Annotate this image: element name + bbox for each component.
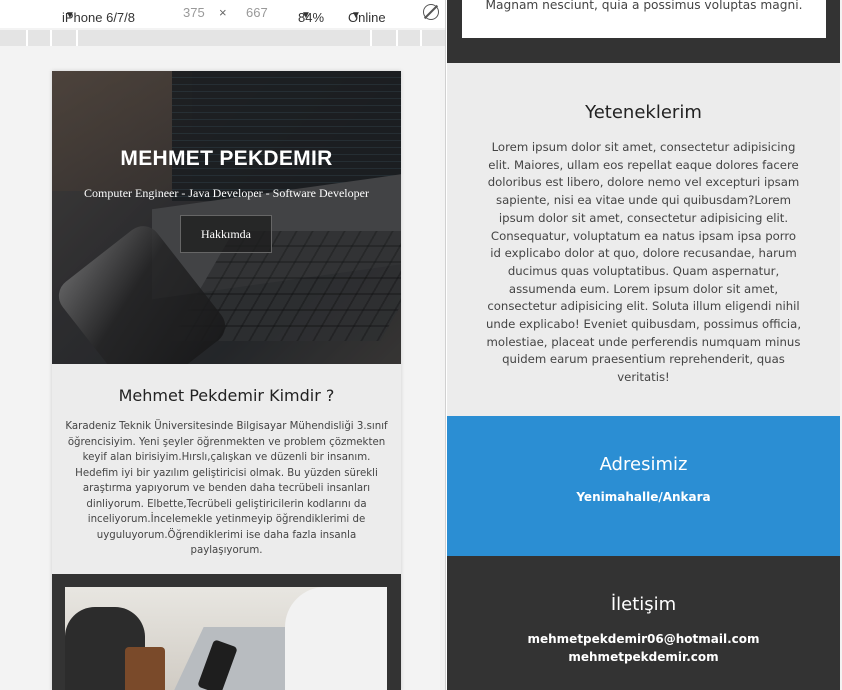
- viewport-width-input[interactable]: 375: [183, 5, 205, 20]
- address-title: Adresimiz: [599, 454, 688, 475]
- hero-title: MEHMET PEKDEMIR: [120, 147, 333, 170]
- hero-section: MEHMET PEKDEMIR Computer Engineer - Java…: [52, 71, 401, 364]
- skills-title: Yeteneklerim: [585, 102, 702, 123]
- top-card: Magnam nesciunt, quia a possimus volupta…: [462, 0, 826, 38]
- rotate-icon[interactable]: [423, 4, 439, 20]
- address-section: Adresimiz Yenimahalle/Ankara: [447, 416, 840, 556]
- chevron-down-icon: ▼: [301, 10, 311, 21]
- viewport-height-input[interactable]: 667: [246, 5, 268, 20]
- about-title: Mehmet Pekdemir Kimdir ?: [118, 386, 335, 405]
- skills-section: Yeteneklerim Lorem ipsum dolor sit amet,…: [447, 63, 840, 416]
- chevron-down-icon: ▼: [351, 10, 361, 21]
- meeting-photo: [65, 587, 387, 690]
- device-toolbar: iPhone 6/7/8 ▼ 375 × 667 84% ▼ Online ▼: [0, 0, 445, 28]
- address-text: Yenimahalle/Ankara: [576, 490, 711, 504]
- dimension-separator: ×: [219, 5, 227, 20]
- skills-text: Lorem ipsum dolor sit amet, consectetur …: [485, 140, 802, 385]
- about-section: Mehmet Pekdemir Kimdir ? Karadeniz Tekni…: [52, 364, 401, 574]
- top-dark-section: Magnam nesciunt, quia a possimus volupta…: [447, 0, 840, 63]
- contact-email[interactable]: mehmetpekdemir06@hotmail.com: [447, 632, 840, 646]
- about-button[interactable]: Hakkımda: [180, 215, 272, 253]
- page-view-pane: Magnam nesciunt, quia a possimus volupta…: [447, 0, 842, 690]
- device-preview-pane: iPhone 6/7/8 ▼ 375 × 667 84% ▼ Online ▼ MEH…: [0, 0, 446, 690]
- contact-title: İletişim: [610, 594, 677, 615]
- gallery-section: [52, 574, 401, 690]
- about-text: Karadeniz Teknik Üniversitesinde Bilgisa…: [65, 421, 388, 556]
- chevron-down-icon: ▼: [65, 10, 75, 21]
- media-query-ruler[interactable]: [0, 30, 445, 46]
- contact-section: İletişim mehmetpekdemir06@hotmail.com me…: [447, 556, 840, 690]
- hero-subtitle: Computer Engineer - Java Developer - Sof…: [84, 186, 369, 200]
- contact-website[interactable]: mehmetpekdemir.com: [447, 650, 840, 664]
- phone-viewport: MEHMET PEKDEMIR Computer Engineer - Java…: [52, 71, 401, 690]
- top-card-text: Magnam nesciunt, quia a possimus volupta…: [485, 0, 803, 12]
